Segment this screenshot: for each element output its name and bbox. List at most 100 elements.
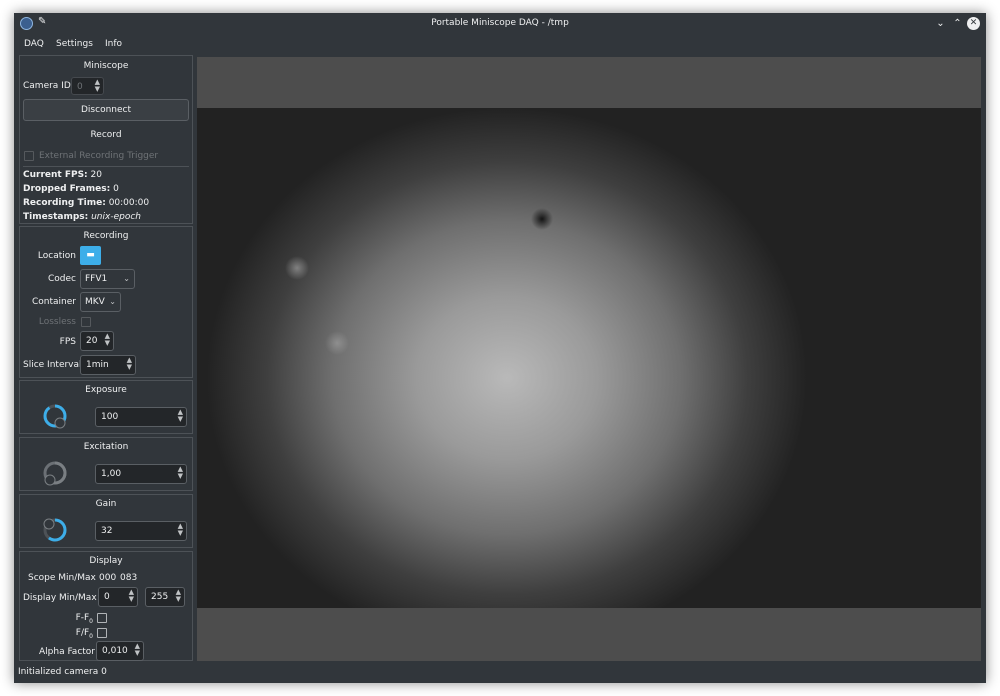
scope-minmax-label: Scope Min/Max bbox=[28, 573, 96, 583]
scope-max-value: 083 bbox=[120, 573, 138, 583]
miniscope-video-frame bbox=[197, 108, 981, 608]
external-trigger-label: External Recording Trigger bbox=[39, 151, 159, 161]
display-max-spinbox[interactable]: 255 ▲ ▼ bbox=[145, 587, 185, 607]
spin-arrows-icon[interactable]: ▲ ▼ bbox=[178, 523, 183, 537]
gain-title: Gain bbox=[95, 499, 117, 509]
display-min-spinbox[interactable]: 0 ▲ ▼ bbox=[98, 587, 138, 607]
chevron-down-icon: ⌄ bbox=[109, 297, 116, 306]
spin-arrows-icon[interactable]: ▲ ▼ bbox=[95, 79, 100, 93]
gain-dial[interactable] bbox=[42, 517, 68, 543]
codec-select[interactable]: FFV1 ⌄ bbox=[80, 269, 135, 289]
spin-arrows-icon[interactable]: ▲ ▼ bbox=[135, 643, 140, 657]
container-label: Container bbox=[32, 297, 76, 307]
status-bar: Initialized camera 0 bbox=[14, 663, 986, 683]
miniscope-panel: Miniscope Camera ID 0 ▲ ▼ Disconnect Reco… bbox=[19, 55, 193, 224]
display-min-value: 0 bbox=[104, 592, 110, 602]
exposure-spinbox[interactable]: 100 ▲ ▼ bbox=[95, 407, 187, 427]
excitation-panel: Excitation 1,00 ▲ ▼ bbox=[19, 437, 193, 491]
chevron-down-icon: ⌄ bbox=[123, 274, 130, 283]
fdivf0-subscript: 0 bbox=[89, 632, 93, 640]
maximize-icon[interactable]: ⌃ bbox=[951, 17, 964, 30]
excitation-title: Excitation bbox=[83, 442, 129, 452]
codec-label: Codec bbox=[48, 274, 76, 284]
exposure-value: 100 bbox=[101, 412, 119, 422]
menu-daq[interactable]: DAQ bbox=[24, 39, 44, 49]
stat-value: unix-epoch bbox=[91, 212, 141, 222]
exposure-title: Exposure bbox=[85, 385, 127, 395]
spin-arrows-icon[interactable]: ▲ ▼ bbox=[127, 357, 132, 371]
spin-arrows-icon[interactable]: ▲ ▼ bbox=[178, 409, 183, 423]
stat-label: Timestamps: bbox=[23, 212, 89, 222]
status-text: Initialized camera 0 bbox=[18, 667, 107, 677]
display-max-value: 255 bbox=[151, 592, 169, 602]
container-select[interactable]: MKV ⌄ bbox=[80, 292, 121, 312]
record-title: Record bbox=[90, 130, 122, 140]
fdivf0-text: F/F bbox=[75, 628, 90, 638]
disconnect-button[interactable]: Disconnect bbox=[23, 99, 189, 121]
spin-arrows-icon[interactable]: ▲ ▼ bbox=[176, 589, 181, 603]
alpha-factor-value: 0,010 bbox=[102, 646, 128, 656]
folder-icon[interactable]: ▬ bbox=[80, 246, 101, 265]
excitation-spinbox[interactable]: 1,00 ▲ ▼ bbox=[95, 464, 187, 484]
fps-spinbox[interactable]: 20 ▲ ▼ bbox=[80, 331, 114, 351]
fps-label: FPS bbox=[59, 337, 76, 347]
fdivf0-label: F/F0 bbox=[23, 628, 93, 640]
recording-title: Recording bbox=[83, 231, 129, 241]
fdivf0-checkbox[interactable] bbox=[97, 628, 107, 638]
location-label: Location bbox=[37, 251, 76, 261]
excitation-value: 1,00 bbox=[101, 469, 122, 479]
display-panel: Display Scope Min/Max 000 083 Display Mi… bbox=[19, 551, 193, 661]
gain-panel: Gain 32 ▲ ▼ bbox=[19, 494, 193, 548]
dropped-frames-stat: Dropped Frames: 0 bbox=[23, 184, 119, 194]
menu-bar: DAQ Settings Info bbox=[14, 35, 986, 53]
video-view[interactable] bbox=[197, 57, 981, 661]
ff0-label: F-F0 bbox=[23, 613, 93, 625]
display-minmax-label: Display Min/Max bbox=[23, 593, 97, 603]
stat-label: Dropped Frames: bbox=[23, 184, 111, 194]
external-trigger-checkbox[interactable] bbox=[24, 151, 34, 161]
recording-time-stat: Recording Time: 00:00:00 bbox=[23, 198, 149, 208]
lossless-checkbox[interactable] bbox=[81, 317, 91, 327]
minimize-icon[interactable]: ⌄ bbox=[934, 17, 947, 30]
exposure-panel: Exposure 100 ▲ ▼ bbox=[19, 380, 193, 434]
camera-id-spinbox[interactable]: 0 ▲ ▼ bbox=[71, 77, 104, 95]
scope-min-value: 000 bbox=[99, 573, 117, 583]
alpha-factor-spinbox[interactable]: 0,010 ▲ ▼ bbox=[96, 641, 144, 661]
stat-value: 00:00:00 bbox=[108, 198, 150, 208]
spin-arrows-icon[interactable]: ▲ ▼ bbox=[129, 589, 134, 603]
stat-value: 20 bbox=[90, 170, 102, 180]
title-bar[interactable]: ✎ Portable Miniscope DAQ - /tmp ⌄ ⌃ ✕ bbox=[14, 13, 986, 35]
camera-id-label: Camera ID bbox=[23, 81, 71, 91]
slice-interval-label: Slice Interval bbox=[23, 360, 82, 370]
ff0-checkbox[interactable] bbox=[97, 613, 107, 623]
separator bbox=[23, 166, 189, 167]
container-value: MKV bbox=[85, 297, 105, 307]
close-icon[interactable]: ✕ bbox=[967, 17, 980, 30]
app-window: ✎ Portable Miniscope DAQ - /tmp ⌄ ⌃ ✕ DA… bbox=[14, 13, 986, 683]
menu-settings[interactable]: Settings bbox=[56, 39, 93, 49]
excitation-dial[interactable] bbox=[42, 460, 68, 486]
menu-info[interactable]: Info bbox=[105, 39, 122, 49]
camera-id-value: 0 bbox=[77, 82, 83, 92]
codec-value: FFV1 bbox=[85, 274, 108, 284]
gain-value: 32 bbox=[101, 526, 113, 536]
fps-value: 20 bbox=[86, 336, 98, 346]
ff0-text: F-F bbox=[75, 613, 90, 623]
stat-label: Current FPS: bbox=[23, 170, 88, 180]
alpha-factor-label: Alpha Factor bbox=[39, 647, 95, 657]
stat-label: Recording Time: bbox=[23, 198, 106, 208]
recording-panel: Recording Location ▬ Codec FFV1 ⌄ Contai… bbox=[19, 226, 193, 378]
current-fps-stat: Current FPS: 20 bbox=[23, 170, 102, 180]
gain-spinbox[interactable]: 32 ▲ ▼ bbox=[95, 521, 187, 541]
ff0-subscript: 0 bbox=[89, 617, 93, 625]
slice-interval-value: 1min bbox=[86, 360, 109, 370]
slice-interval-spinbox[interactable]: 1min ▲ ▼ bbox=[80, 355, 136, 375]
exposure-dial[interactable] bbox=[42, 403, 68, 429]
lossless-label: Lossless bbox=[38, 317, 76, 327]
window-title: Portable Miniscope DAQ - /tmp bbox=[431, 18, 569, 28]
stat-value: 0 bbox=[113, 184, 119, 194]
spin-arrows-icon[interactable]: ▲ ▼ bbox=[178, 466, 183, 480]
miniscope-title: Miniscope bbox=[83, 61, 129, 71]
display-title: Display bbox=[89, 556, 123, 566]
spin-arrows-icon[interactable]: ▲ ▼ bbox=[105, 333, 110, 347]
